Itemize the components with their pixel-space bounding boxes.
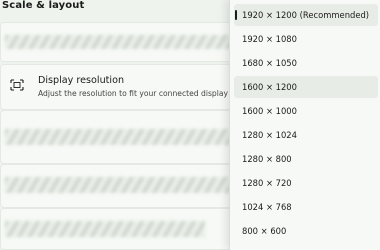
resolution-option[interactable]: 1024 × 768 (234, 196, 378, 218)
blurred-content (5, 35, 235, 49)
resolution-option[interactable]: 1600 × 1000 (234, 100, 378, 122)
blurred-content (5, 221, 205, 237)
resolution-option[interactable]: 1920 × 1080 (234, 28, 378, 50)
resolution-option[interactable]: 1280 × 1024 (234, 124, 378, 146)
selected-indicator (235, 10, 237, 20)
resolution-option[interactable]: 1680 × 1050 (234, 52, 378, 74)
resolution-option[interactable]: 1280 × 800 (234, 148, 378, 170)
blurred-content (5, 177, 230, 193)
resolution-option[interactable]: 1280 × 720 (234, 172, 378, 194)
display-resolution-icon (10, 79, 24, 91)
resolution-option[interactable]: 800 × 600 (234, 220, 378, 242)
resolution-dropdown[interactable]: 1920 × 1200 (Recommended) 1920 × 1080 16… (229, 0, 380, 250)
display-resolution-title: Display resolution (38, 75, 125, 86)
resolution-option[interactable]: 1920 × 1200 (Recommended) (234, 4, 378, 26)
blurred-content (5, 129, 230, 145)
display-resolution-description: Adjust the resolution to fit your connec… (38, 89, 228, 98)
resolution-option[interactable]: 1600 × 1200 (234, 76, 378, 98)
section-title: Scale & layout (2, 0, 85, 11)
